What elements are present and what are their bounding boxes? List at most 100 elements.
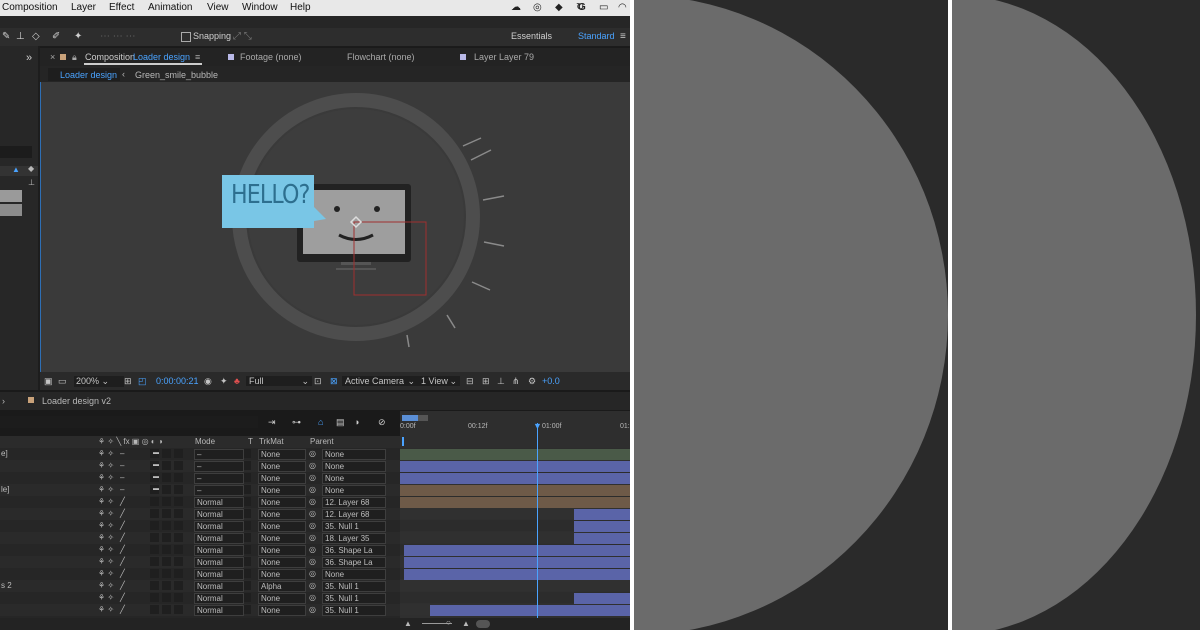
quality-icon[interactable]: – [120, 461, 124, 470]
layer-row[interactable]: e] ⚘ ✧ – ▬ – None ◎ None [0, 448, 400, 460]
parent-dropdown[interactable]: 35. Null 1 [322, 581, 386, 592]
transparency-grid-icon[interactable]: ⊠ [330, 376, 338, 387]
mode-dropdown[interactable]: Normal [194, 557, 244, 568]
blend-switch[interactable] [162, 581, 171, 590]
adjust-switch[interactable] [174, 593, 183, 602]
close-tab-icon[interactable]: › [2, 396, 5, 406]
blend-switch[interactable] [162, 497, 171, 506]
workspace-standard[interactable]: Standard [578, 31, 615, 41]
trkmat-dropdown[interactable]: None [258, 461, 306, 472]
layer-duration-bar[interactable] [404, 545, 632, 556]
adjust-switch[interactable] [174, 485, 183, 494]
layer-row[interactable]: ⚘ ✧ – ▬ – None ◎ None [0, 472, 400, 484]
fx-switch[interactable] [150, 605, 159, 614]
layer-switches-icon[interactable]: ⚘ ✧ [98, 461, 114, 470]
trkmat-dropdown[interactable]: None [258, 557, 306, 568]
trkmat-dropdown[interactable]: None [258, 497, 306, 508]
pick-whip-icon[interactable]: ◎ [309, 545, 316, 554]
playhead-line[interactable] [537, 423, 538, 630]
layer-switches-icon[interactable]: ⚘ ✧ [98, 533, 114, 542]
blend-switch[interactable] [162, 557, 171, 566]
motion-blur-icon[interactable]: ◑ [354, 417, 359, 427]
adjust-switch[interactable] [174, 497, 183, 506]
layer-switches-icon[interactable]: ⚘ ✧ [98, 449, 114, 458]
adjust-switch[interactable] [174, 521, 183, 530]
parent-dropdown[interactable]: 18. Layer 35 [322, 533, 386, 544]
parent-dropdown[interactable]: 35. Null 1 [322, 521, 386, 532]
pick-whip-icon[interactable]: ◎ [309, 473, 316, 482]
layer-switches-icon[interactable]: ⚘ ✧ [98, 605, 114, 614]
preserve-transparency[interactable] [244, 497, 251, 506]
layer-row[interactable]: ⚘ ✧ ╱ Normal None ◎ 35. Null 1 [0, 592, 400, 604]
fx-switch[interactable] [150, 569, 159, 578]
menu-animation[interactable]: Animation [148, 2, 192, 13]
mask-icon[interactable]: ◰ [138, 376, 147, 387]
timeline-scroll-thumb[interactable] [476, 620, 490, 628]
layer-switches-icon[interactable]: ⚘ ✧ [98, 557, 114, 566]
mode-dropdown[interactable]: Normal [194, 509, 244, 520]
preserve-transparency[interactable] [244, 605, 251, 614]
pick-whip-icon[interactable]: ◎ [309, 509, 316, 518]
time-ruler[interactable]: 0:00f 00:12f 01:00f 01: [400, 411, 632, 448]
preserve-transparency[interactable] [244, 449, 251, 458]
layer-row[interactable]: ⚘ ✧ ╱ Normal None ◎ 18. Layer 35 [0, 532, 400, 544]
adjust-switch[interactable] [174, 509, 183, 518]
lock-icon[interactable]: 🔒︎ [72, 52, 77, 63]
layer-switches-icon[interactable]: ⚘ ✧ [98, 473, 114, 482]
work-area-bar[interactable] [402, 415, 418, 421]
collapse-icon[interactable]: ▬ [153, 450, 159, 456]
blend-switch[interactable] [162, 593, 171, 602]
quality-icon[interactable]: ╱ [120, 521, 125, 530]
trkmat-dropdown[interactable]: None [258, 449, 306, 460]
col-parent[interactable]: Parent [310, 437, 334, 446]
fast-preview-icon[interactable]: ⊞ [482, 376, 490, 387]
snapshot-icon[interactable]: ▣ [44, 376, 53, 387]
workspace-essentials[interactable]: Essentials [511, 31, 552, 41]
clone-stamp-icon[interactable]: ⊥ [16, 31, 25, 42]
blend-switch[interactable] [162, 533, 171, 542]
flowchart-icon[interactable]: ⊥ [28, 178, 35, 187]
pick-whip-icon[interactable]: ◎ [309, 497, 316, 506]
playhead-handle[interactable]: ▼ [533, 421, 542, 431]
parent-dropdown[interactable]: None [322, 461, 386, 472]
camera-icon[interactable]: ◉ [204, 376, 212, 387]
quality-icon[interactable]: ╱ [120, 605, 125, 614]
quality-icon[interactable]: – [120, 449, 124, 458]
pick-whip-icon[interactable]: ◎ [309, 485, 316, 494]
layer-duration-bar[interactable] [400, 449, 632, 460]
project-item[interactable] [0, 190, 22, 202]
timecode[interactable]: 0:00:00:21 [156, 376, 199, 386]
breadcrumb-loader-design[interactable]: Loader design [60, 70, 117, 80]
layer-duration-bar[interactable] [430, 605, 632, 616]
layer-search-input[interactable] [0, 416, 258, 428]
fx-switch[interactable] [150, 581, 159, 590]
trkmat-dropdown[interactable]: Alpha [258, 581, 306, 592]
layer-duration-bar[interactable] [404, 557, 632, 568]
toggle-pixel-icon[interactable]: ⊟ [466, 376, 474, 387]
layer-duration-bar[interactable] [574, 533, 632, 544]
region-of-interest-icon[interactable]: ⊡ [314, 376, 322, 387]
parent-dropdown[interactable]: 35. Null 1 [322, 593, 386, 604]
blend-switch[interactable] [162, 569, 171, 578]
adjust-switch[interactable] [174, 557, 183, 566]
preserve-transparency[interactable] [244, 569, 251, 578]
preserve-transparency[interactable] [244, 545, 251, 554]
mode-dropdown[interactable]: Normal [194, 605, 244, 616]
parent-dropdown[interactable]: 12. Layer 68 [322, 497, 386, 508]
shy-layers-icon[interactable]: ⌂ [318, 417, 323, 427]
roto-brush-icon[interactable]: ✐ [52, 31, 60, 42]
parent-dropdown[interactable]: None [322, 485, 386, 496]
tab-layer[interactable]: Layer Layer 79 [474, 52, 534, 62]
preserve-transparency[interactable] [244, 581, 251, 590]
fx-switch[interactable] [150, 545, 159, 554]
layer-switches-icon[interactable]: ⚘ ✧ [98, 521, 114, 530]
views-dropdown[interactable]: 1 View ⌄ [418, 376, 460, 386]
exposure-value[interactable]: +0.0 [542, 376, 560, 386]
preserve-transparency[interactable] [244, 557, 251, 566]
snapping-checkbox[interactable] [181, 32, 191, 42]
blend-switch[interactable] [162, 509, 171, 518]
blend-switch[interactable] [162, 473, 171, 482]
menu-view[interactable]: View [207, 2, 229, 13]
preserve-transparency[interactable] [244, 521, 251, 530]
layer-duration-bar[interactable] [574, 521, 632, 532]
